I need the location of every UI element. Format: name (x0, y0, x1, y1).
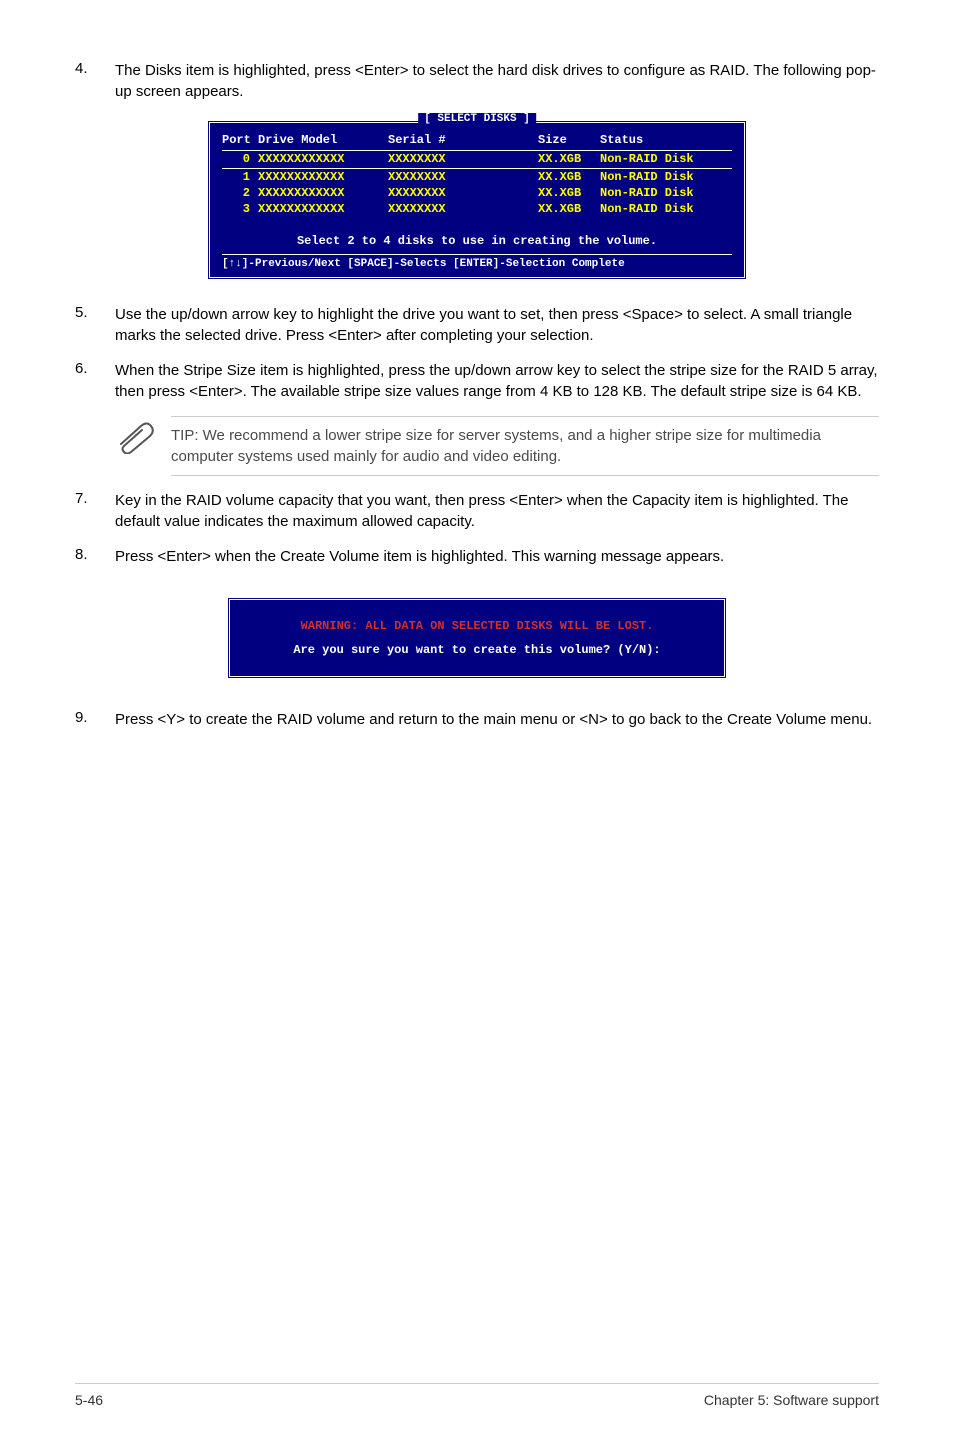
bios-disk-row: 2 XXXXXXXXXXXX XXXXXXXX XX.XGB Non-RAID … (222, 186, 732, 200)
bios-cell-size: XX.XGB (538, 152, 600, 166)
step-number: 9. (75, 709, 115, 730)
bios-cell-model: XXXXXXXXXXXX (258, 202, 388, 216)
bios-cell-serial: XXXXXXXX (388, 186, 538, 200)
bios-cell-status: Non-RAID Disk (600, 202, 732, 216)
bios-header-model: Drive Model (258, 133, 388, 147)
bios-cell-serial: XXXXXXXX (388, 170, 538, 184)
step-6: 6. When the Stripe Size item is highligh… (75, 360, 879, 402)
bios-header-status: Status (600, 133, 732, 147)
bios-disk-row: 1 XXXXXXXXXXXX XXXXXXXX XX.XGB Non-RAID … (222, 170, 732, 184)
bios-cell-port: 1 (222, 170, 258, 184)
divider (222, 168, 732, 169)
bios-select-disks-panel: [ SELECT DISKS ] Port Drive Model Serial… (207, 120, 747, 280)
step-5: 5. Use the up/down arrow key to highligh… (75, 304, 879, 346)
step-8: 8. Press <Enter> when the Create Volume … (75, 546, 879, 567)
step-text: Key in the RAID volume capacity that you… (115, 490, 879, 532)
step-4: 4. The Disks item is highlighted, press … (75, 60, 879, 102)
step-number: 5. (75, 304, 115, 346)
bios-header-serial: Serial # (388, 133, 538, 147)
step-text: When the Stripe Size item is highlighted… (115, 360, 879, 402)
step-number: 7. (75, 490, 115, 532)
page-number: 5-46 (75, 1392, 103, 1408)
bios-header-size: Size (538, 133, 600, 147)
bios-cell-model: XXXXXXXXXXXX (258, 152, 388, 166)
step-number: 8. (75, 546, 115, 567)
bios-disk-row: 3 XXXXXXXXXXXX XXXXXXXX XX.XGB Non-RAID … (222, 202, 732, 216)
step-number: 6. (75, 360, 115, 402)
bios-cell-size: XX.XGB (538, 202, 600, 216)
bios-cell-size: XX.XGB (538, 170, 600, 184)
step-text: The Disks item is highlighted, press <En… (115, 60, 879, 102)
step-text: Use the up/down arrow key to highlight t… (115, 304, 879, 346)
bios-key-hints: [↑↓]-Previous/Next [SPACE]-Selects [ENTE… (222, 254, 732, 273)
bios-title: [ SELECT DISKS ] (418, 113, 536, 125)
confirmation-prompt: Are you sure you want to create this vol… (248, 638, 706, 662)
bios-disk-row: 0 XXXXXXXXXXXX XXXXXXXX XX.XGB Non-RAID … (222, 152, 732, 166)
bios-cell-serial: XXXXXXXX (388, 202, 538, 216)
bios-warning-dialog: WARNING: ALL DATA ON SELECTED DISKS WILL… (227, 597, 727, 679)
chapter-title: Chapter 5: Software support (704, 1392, 879, 1408)
paperclip-icon (115, 422, 155, 454)
warning-text: WARNING: ALL DATA ON SELECTED DISKS WILL… (248, 614, 706, 638)
step-7: 7. Key in the RAID volume capacity that … (75, 490, 879, 532)
tip-block: TIP: We recommend a lower stripe size fo… (115, 416, 879, 476)
bios-cell-status: Non-RAID Disk (600, 152, 732, 166)
bios-header-row: Port Drive Model Serial # Size Status (222, 133, 732, 147)
bios-cell-port: 2 (222, 186, 258, 200)
page-footer: 5-46 Chapter 5: Software support (75, 1383, 879, 1408)
step-text: Press <Enter> when the Create Volume ite… (115, 546, 879, 567)
bios-cell-status: Non-RAID Disk (600, 170, 732, 184)
bios-cell-port: 0 (222, 152, 258, 166)
divider (222, 150, 732, 151)
bios-cell-port: 3 (222, 202, 258, 216)
bios-content: Port Drive Model Serial # Size Status 0 … (210, 123, 744, 277)
bios-instruction: Select 2 to 4 disks to use in creating t… (222, 218, 732, 254)
tip-text: TIP: We recommend a lower stripe size fo… (171, 416, 879, 476)
step-9: 9. Press <Y> to create the RAID volume a… (75, 709, 879, 730)
step-number: 4. (75, 60, 115, 102)
bios-cell-model: XXXXXXXXXXXX (258, 186, 388, 200)
step-text: Press <Y> to create the RAID volume and … (115, 709, 879, 730)
bios-header-port: Port (222, 133, 258, 147)
bios-cell-size: XX.XGB (538, 186, 600, 200)
bios-cell-status: Non-RAID Disk (600, 186, 732, 200)
bios-cell-serial: XXXXXXXX (388, 152, 538, 166)
bios-cell-model: XXXXXXXXXXXX (258, 170, 388, 184)
